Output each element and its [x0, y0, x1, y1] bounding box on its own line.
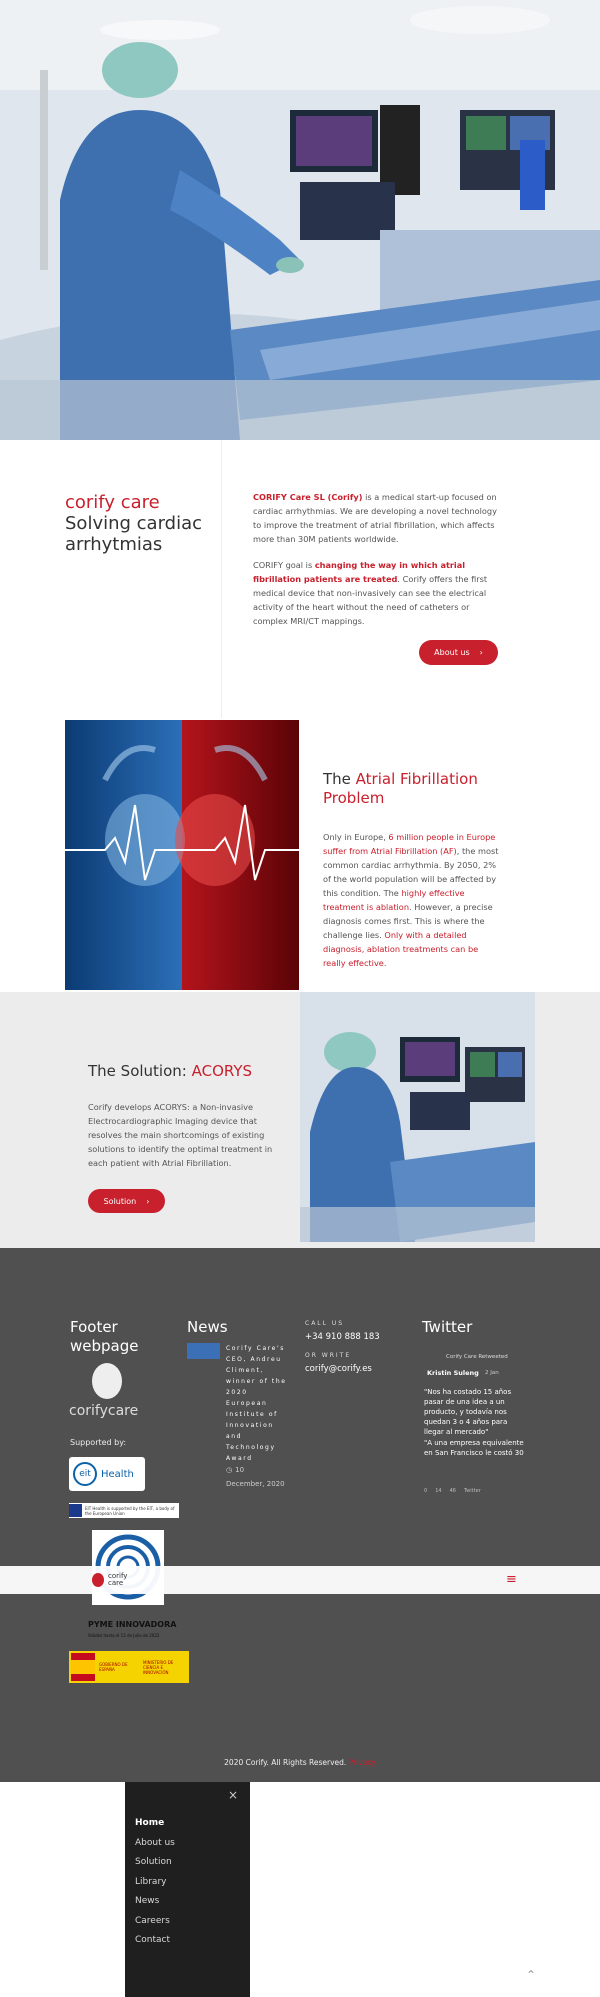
- corify-logo-mark: [92, 1363, 122, 1399]
- af-section: The Atrial Fibrillation Problem Only in …: [0, 718, 600, 992]
- menu-item-careers[interactable]: Careers: [135, 1916, 175, 1926]
- close-icon[interactable]: ×: [228, 1788, 238, 1802]
- intro-paragraph-2: CORIFY goal is changing the way in which…: [253, 560, 488, 626]
- phone-number[interactable]: +34 910 888 183: [305, 1332, 380, 1342]
- menu-item-about-us[interactable]: About us: [135, 1838, 175, 1848]
- pyme-title: PYME INNOVADORA: [88, 1620, 177, 1629]
- solution-image: [300, 992, 535, 1242]
- solution-button-label: Solution: [103, 1196, 137, 1206]
- email-link[interactable]: corify@corify.es: [305, 1364, 372, 1374]
- af-paragraph: Only in Europe, 6 million people in Euro…: [323, 832, 499, 968]
- clock-icon: ◷: [226, 1466, 233, 1474]
- twitter-link[interactable]: Twitter: [464, 1488, 481, 1494]
- twitter-title: Twitter: [422, 1318, 473, 1336]
- eu-text: EIT Health is supported by the EIT, a bo…: [84, 1505, 175, 1516]
- pyme-subtitle: Validez hasta el 12 de Julio de 2022: [88, 1633, 160, 1638]
- tweet-actions: 0 14 46 Twitter: [424, 1488, 481, 1494]
- copyright-text: 2020 Corify. All Rights Reserved.: [224, 1758, 347, 1767]
- divider: [221, 440, 222, 718]
- menu-item-contact[interactable]: Contact: [135, 1935, 175, 1945]
- reply-count[interactable]: 0: [424, 1488, 427, 1494]
- news-date: December, 2020: [226, 1480, 285, 1488]
- menu-item-solution[interactable]: Solution: [135, 1857, 175, 1867]
- menu-item-news[interactable]: News: [135, 1896, 175, 1906]
- news-title: News: [187, 1318, 228, 1336]
- ministry-2: MINISTERIO DE CIENCIA E INNOVACIÓN: [143, 1659, 174, 1675]
- chevron-right-icon: ›: [146, 1196, 150, 1206]
- eu-banner: EIT Health is supported by the EIT, a bo…: [69, 1503, 179, 1518]
- solution-section: The Solution: ACORYS Corify develops ACO…: [0, 992, 600, 1248]
- footer-col1-title: Footer webpage: [70, 1318, 139, 1355]
- copyright: 2020 Corify. All Rights Reserved. Privac…: [0, 1758, 600, 1767]
- eit-label: Health: [101, 1468, 134, 1480]
- eit-health-logo[interactable]: eit Health: [69, 1457, 145, 1491]
- intro-paragraph-1: CORIFY Care SL (Corify) is a medical sta…: [253, 492, 497, 544]
- tweet-author[interactable]: Kristin Suleng: [427, 1369, 479, 1377]
- retweet-count[interactable]: 14: [435, 1488, 441, 1494]
- sticky-logo[interactable]: corify care: [108, 1573, 138, 1587]
- footer: Footer webpage corifycare Supported by: …: [0, 1248, 600, 1782]
- privacy-link[interactable]: Privacy: [349, 1758, 376, 1767]
- news-comments: ◷ 10: [226, 1466, 244, 1474]
- news-thumbnail[interactable]: [187, 1343, 220, 1359]
- scroll-top-icon[interactable]: ⌃: [526, 1968, 536, 1982]
- menu-area: [0, 1782, 600, 1997]
- solution-button[interactable]: Solution ›: [88, 1189, 165, 1213]
- about-us-button[interactable]: About us ›: [419, 640, 498, 665]
- retweet-label: Corify Care Retweeted: [446, 1354, 508, 1360]
- tweet-time: 2 Jan: [485, 1370, 499, 1376]
- intro-section: corify care Solving cardiac arrhytmias C…: [0, 440, 600, 718]
- af-title: The Atrial Fibrillation Problem: [323, 770, 478, 807]
- hero-image: [0, 0, 600, 440]
- mobile-menu: × Home About us Solution Library News Ca…: [125, 1782, 250, 1997]
- ministry-logo: GOBIERNO DE ESPAÑA MINISTERIO DE CIENCIA…: [69, 1651, 189, 1683]
- hamburger-menu-icon[interactable]: ≡: [506, 1572, 517, 1587]
- eit-icon: eit: [73, 1462, 97, 1486]
- brand-heading: corify care: [65, 492, 160, 513]
- like-count[interactable]: 46: [450, 1488, 456, 1494]
- chevron-right-icon: ›: [479, 648, 483, 657]
- intro-title-line2: arrhytmias: [65, 534, 163, 555]
- corify-logo: corifycare: [69, 1403, 139, 1419]
- write-label: OR WRITE: [305, 1352, 352, 1359]
- sticky-header: corify care ≡: [0, 1566, 600, 1594]
- spain-flag-icon: [71, 1653, 95, 1681]
- news-link[interactable]: Corify Care's CEO, Andreu Climent, winne…: [226, 1343, 291, 1464]
- news-comments-count: 10: [235, 1466, 245, 1474]
- solution-text: Corify develops ACORYS: a Non-invasive E…: [88, 1102, 273, 1168]
- menu-item-home[interactable]: Home: [135, 1818, 175, 1828]
- logo-heart-icon: [92, 1573, 104, 1587]
- ministry-1: GOBIERNO DE ESPAÑA: [99, 1662, 128, 1672]
- menu-item-library[interactable]: Library: [135, 1877, 175, 1887]
- intro-title-line1: Solving cardiac: [65, 513, 203, 534]
- tweet-text-1: "Nos ha costado 15 años pasar de una ide…: [424, 1388, 512, 1436]
- supported-by: Supported by:: [70, 1438, 127, 1447]
- call-us-label: CALL US: [305, 1320, 345, 1327]
- solution-title: The Solution: ACORYS: [88, 1062, 253, 1080]
- tweet-text-2: "A una empresa equivalente en San Franci…: [424, 1439, 524, 1457]
- eu-flag-icon: [69, 1504, 82, 1517]
- heart-image: [65, 720, 299, 990]
- about-us-label: About us: [434, 648, 470, 657]
